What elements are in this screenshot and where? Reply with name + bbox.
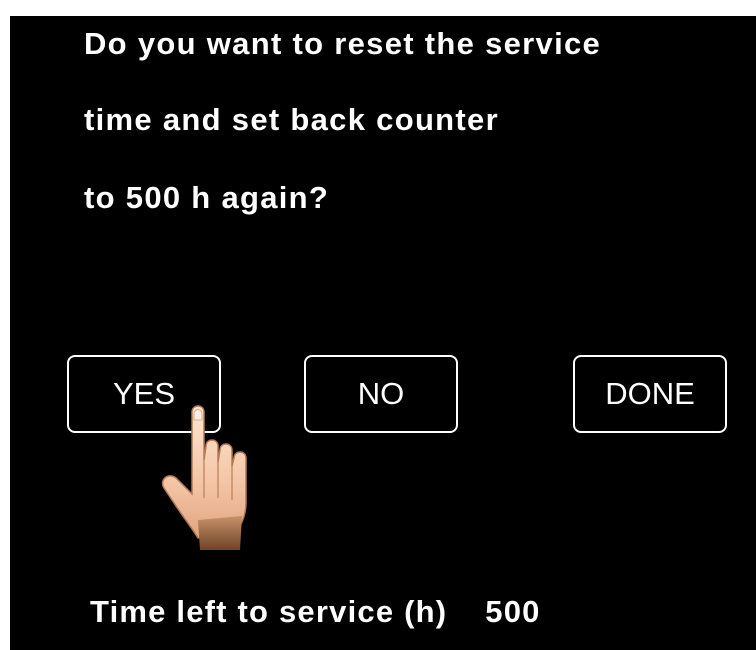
done-button[interactable]: DONE: [573, 355, 727, 433]
time-left-label: Time left to service (h): [90, 594, 448, 629]
no-button-label: NO: [357, 376, 405, 411]
service-reset-screen: Do you want to reset the service time an…: [10, 16, 756, 650]
question-line-2: time and set back counter: [84, 102, 499, 137]
question-line-1: Do you want to reset the service: [84, 26, 602, 61]
time-left-status: Time left to service (h) 500: [90, 592, 541, 632]
pointing-hand-icon: [161, 405, 247, 550]
done-button-label: DONE: [605, 376, 695, 411]
time-left-value: 500: [485, 594, 541, 629]
no-button[interactable]: NO: [304, 355, 458, 433]
question-line-3: to 500 h again?: [84, 180, 330, 215]
